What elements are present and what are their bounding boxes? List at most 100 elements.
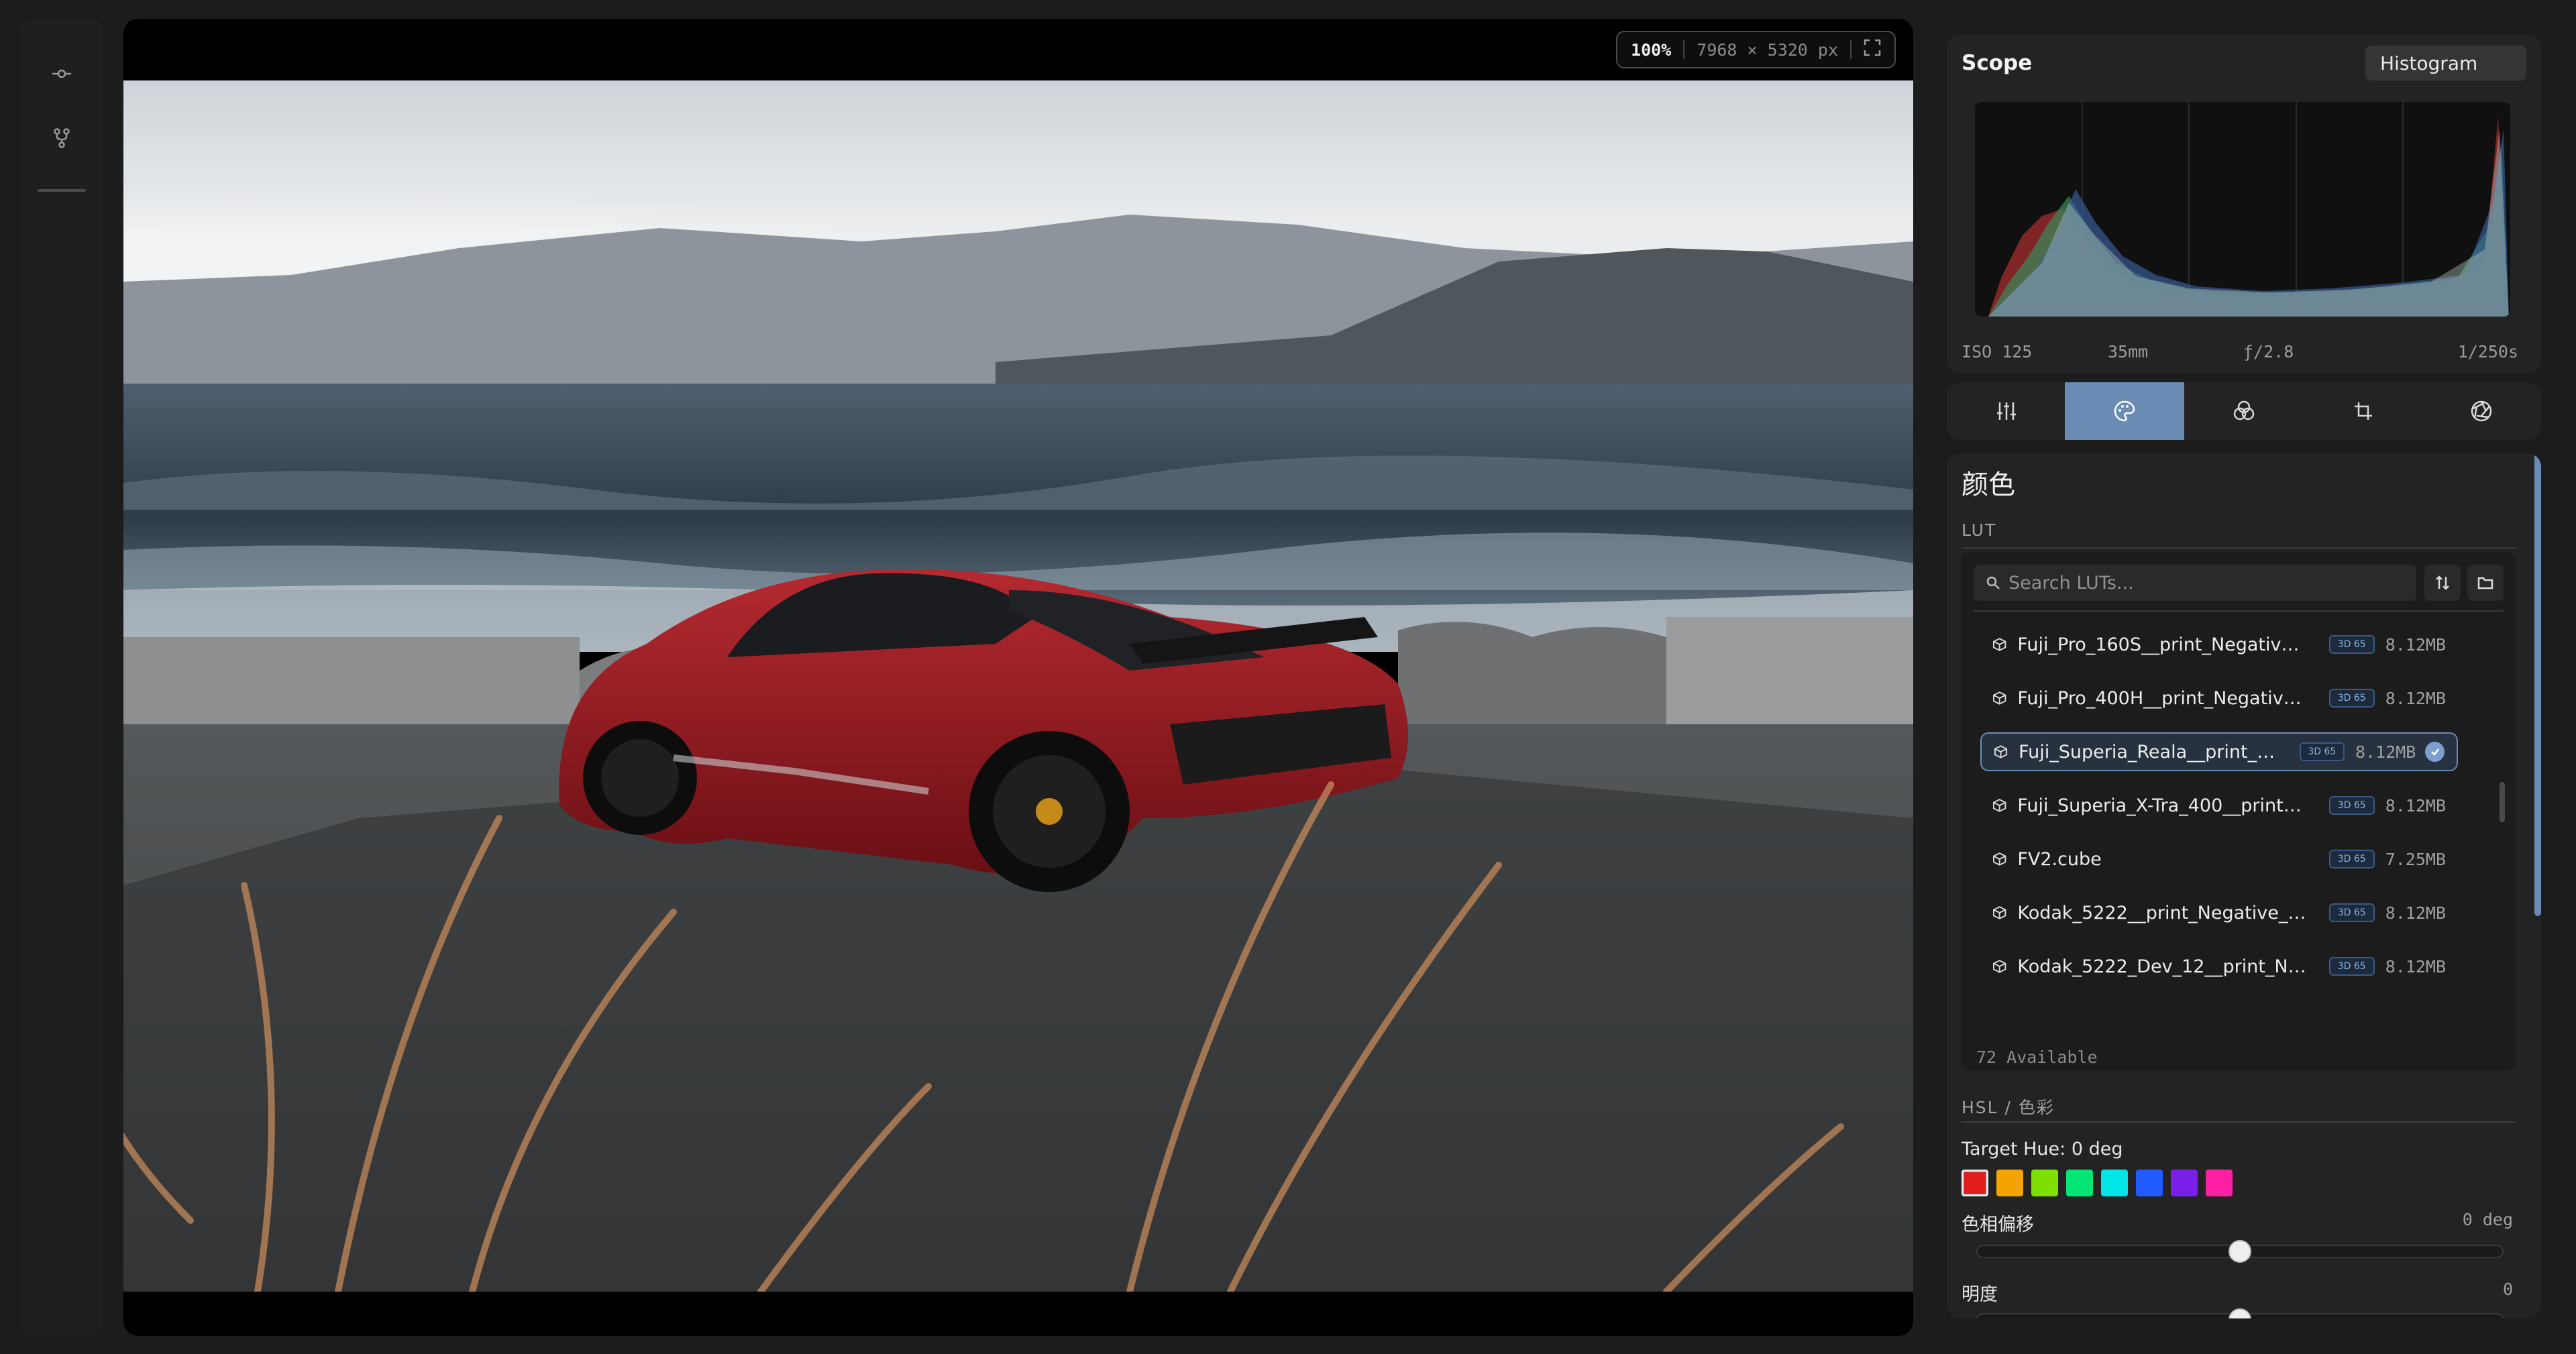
folder-icon xyxy=(2477,577,2493,589)
lightness-label: 明度 xyxy=(1962,1284,1998,1305)
lut-divider xyxy=(1962,547,2516,549)
hsl-divider xyxy=(1962,1121,2516,1123)
fullscreen-icon[interactable] xyxy=(1864,39,1881,60)
scope-mode-value: Histogram xyxy=(2380,52,2478,74)
lut-type-badge: 3D 65 xyxy=(2328,689,2375,708)
hue-swatch[interactable] xyxy=(2101,1170,2128,1196)
lut-type-badge: 3D 65 xyxy=(2328,957,2375,976)
aperture-icon xyxy=(2471,400,2492,422)
crop-icon xyxy=(2355,402,2372,420)
palette-icon xyxy=(2114,400,2135,422)
lut-type-badge: 3D 65 xyxy=(2328,850,2375,868)
hue-swatch[interactable] xyxy=(2031,1170,2058,1196)
lut-search-input[interactable] xyxy=(2008,572,2398,594)
section-title: 颜色 xyxy=(1962,469,2015,500)
photo-canvas[interactable] xyxy=(123,80,1913,1292)
tab-effects[interactable] xyxy=(2422,382,2541,440)
hue-swatch[interactable] xyxy=(2066,1170,2093,1196)
lut-item[interactable]: Fuji_Superia_Reala__print_Negative_Only_… xyxy=(1980,732,2458,771)
lut-item-size: 7.25MB xyxy=(2385,849,2446,869)
lut-item-name: Kodak_5222__print_Negative_Only_.cube xyxy=(2017,902,2310,923)
lightness-slider[interactable] xyxy=(1976,1308,2504,1318)
search-divider xyxy=(1974,610,2504,612)
cube-icon xyxy=(1992,799,2006,812)
hsl-section-label: HSL / 色彩 xyxy=(1962,1098,2055,1117)
lut-scrollbar[interactable] xyxy=(2500,782,2505,822)
lut-item[interactable]: Kodak_5222_Dev_12__print_Negative_Only_.… xyxy=(1980,947,2458,986)
cube-icon xyxy=(1992,638,2006,651)
target-hue-label: Target Hue: 0 deg xyxy=(1962,1139,2123,1160)
lut-section-label: LUT xyxy=(1962,520,1997,540)
lut-type-badge: 3D 65 xyxy=(2328,903,2375,922)
lut-item-name: FV2.cube xyxy=(2017,848,2102,870)
sort-button[interactable] xyxy=(2424,565,2461,601)
lut-browser: 72 Available Fuji_Pro_160S__print_Negati… xyxy=(1962,553,2516,1070)
lut-search[interactable] xyxy=(1974,565,2416,601)
lut-item[interactable]: Fuji_Pro_160S__print_Negative_Only_.cube… xyxy=(1980,625,2458,664)
lut-item[interactable]: FV2.cube 3D 65 7.25MB xyxy=(1980,840,2458,879)
rail-divider xyxy=(38,189,86,192)
hue-shift-slider[interactable] xyxy=(1976,1240,2504,1263)
sliders-icon xyxy=(1997,402,2016,420)
lightness-value: 0 xyxy=(2502,1280,2513,1299)
left-rail xyxy=(20,19,103,1336)
lut-item-size: 8.12MB xyxy=(2385,688,2446,708)
cube-icon xyxy=(1992,691,2006,705)
lut-item-size: 8.12MB xyxy=(2385,795,2446,815)
hue-shift-value: 0 deg xyxy=(2462,1210,2513,1229)
tab-color-grading[interactable] xyxy=(2184,382,2304,440)
scope-mode-select[interactable]: Histogram xyxy=(2365,46,2526,80)
open-folder-button[interactable] xyxy=(2467,565,2504,601)
exif-aperture: ƒ/2.8 xyxy=(2243,342,2294,361)
lut-item-name: Fuji_Pro_400H__print_Negative_Only_.cube xyxy=(2017,687,2310,709)
histogram xyxy=(1975,102,2510,317)
exif-shutter: 1/250s xyxy=(2457,342,2518,361)
hue-shift-thumb[interactable] xyxy=(2229,1240,2251,1263)
lut-type-badge: 3D 65 xyxy=(2328,635,2375,654)
cube-icon xyxy=(1992,852,2006,866)
cube-icon xyxy=(1992,906,2006,919)
zoom-level[interactable]: 100% xyxy=(1631,40,1671,60)
tab-crop[interactable] xyxy=(2304,382,2423,440)
exif-iso: ISO 125 xyxy=(1962,342,2033,361)
lut-type-badge: 3D 65 xyxy=(2328,796,2375,815)
scope-panel: Scope Histogram ISO 125 35mm ƒ/2.8 1/250… xyxy=(1947,35,2541,373)
scope-title: Scope xyxy=(1962,51,2033,75)
commit-icon[interactable] xyxy=(48,60,75,87)
editor-panel: 颜色 LUT 72 Available Fuji_Pro_160S__print… xyxy=(1947,453,2541,1318)
hue-swatch[interactable] xyxy=(2136,1170,2163,1196)
lut-item[interactable]: Fuji_Superia_X-Tra_400__print_Negative_O… xyxy=(1980,786,2458,825)
tool-tabs xyxy=(1947,382,2541,440)
hue-swatch[interactable] xyxy=(1962,1170,1988,1196)
lut-item-name: Fuji_Superia_X-Tra_400__print_Negative_O… xyxy=(2017,795,2310,816)
lut-item-size: 8.12MB xyxy=(2355,742,2416,762)
lut-item-size: 8.12MB xyxy=(2385,903,2446,923)
lut-item-name: Kodak_5222_Dev_12__print_Negative_Only_.… xyxy=(2017,956,2310,977)
lightness-thumb[interactable] xyxy=(2229,1308,2251,1318)
zoom-separator xyxy=(1683,40,1685,59)
lut-item-name: Fuji_Superia_Reala__print_Negative_Only_… xyxy=(2019,741,2281,763)
cube-icon xyxy=(1994,745,2008,758)
image-viewer[interactable]: 100% 7968 × 5320 px xyxy=(123,19,1913,1336)
hue-swatch[interactable] xyxy=(1996,1170,2023,1196)
hue-swatch[interactable] xyxy=(2206,1170,2233,1196)
tab-adjustments[interactable] xyxy=(1947,382,2066,440)
lut-item-size: 8.12MB xyxy=(2385,956,2446,976)
sort-icon xyxy=(2436,575,2449,590)
editor-scrollbar[interactable] xyxy=(2534,453,2541,916)
lut-type-badge: 3D 65 xyxy=(2299,742,2345,761)
exif-focal-length: 35mm xyxy=(2108,342,2149,361)
zoom-indicator[interactable]: 100% 7968 × 5320 px xyxy=(1616,31,1896,68)
image-dimensions: 7968 × 5320 px xyxy=(1697,40,1838,60)
hue-shift-label: 色相偏移 xyxy=(1962,1215,2034,1235)
zoom-separator xyxy=(1850,40,1851,59)
check-icon xyxy=(2425,742,2445,762)
lut-item[interactable]: Kodak_5222__print_Negative_Only_.cube 3D … xyxy=(1980,893,2458,932)
search-icon xyxy=(1986,576,2000,589)
branch-icon[interactable] xyxy=(48,125,75,152)
lut-item[interactable]: Fuji_Pro_400H__print_Negative_Only_.cube… xyxy=(1980,679,2458,718)
tab-color[interactable] xyxy=(2065,382,2184,440)
lut-item-size: 8.12MB xyxy=(2385,634,2446,655)
cube-icon xyxy=(1992,960,2006,973)
hue-swatch[interactable] xyxy=(2171,1170,2198,1196)
